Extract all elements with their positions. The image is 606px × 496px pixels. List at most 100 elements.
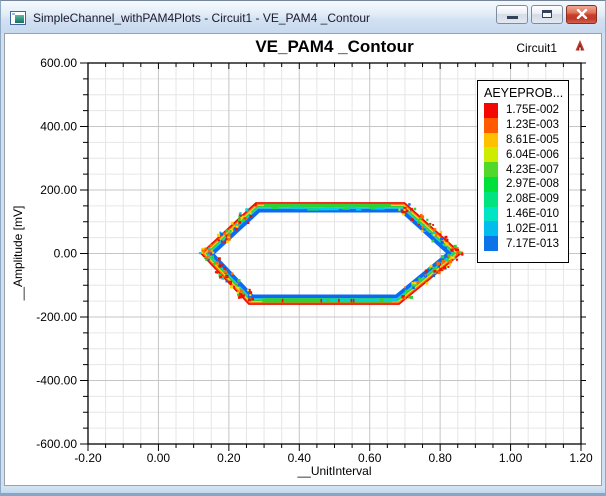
contour-speckle bbox=[214, 271, 218, 274]
contour-speckle bbox=[440, 237, 444, 241]
contour-speckle bbox=[452, 256, 455, 259]
contour-speckle bbox=[411, 282, 414, 285]
contour-speckle bbox=[201, 251, 204, 254]
restore-button[interactable] bbox=[531, 4, 563, 24]
contour-speckle bbox=[238, 218, 241, 222]
contour-speckle bbox=[338, 298, 340, 303]
contour-speckle bbox=[432, 266, 436, 270]
legend-value: 2.08E-009 bbox=[506, 193, 560, 206]
legend-entries: 1.75E-002 1.23E-003 8.61E-005 6.04E-006 4.23… bbox=[484, 103, 568, 251]
contour-speckle bbox=[403, 208, 406, 211]
contour-speckle bbox=[440, 255, 445, 259]
minimize-button[interactable] bbox=[496, 4, 528, 24]
close-button[interactable] bbox=[566, 4, 597, 24]
contour-speckle bbox=[432, 224, 435, 226]
contour-band bbox=[369, 207, 376, 209]
contour-speckle bbox=[408, 203, 411, 206]
contour-speckle bbox=[437, 265, 440, 268]
contour-band bbox=[271, 207, 279, 209]
contour-speckle bbox=[446, 238, 449, 241]
y-tick-label: -600.00 bbox=[36, 437, 77, 451]
contour-speckle bbox=[219, 275, 222, 279]
contour-band bbox=[325, 208, 339, 211]
contour-speckle bbox=[447, 253, 450, 257]
contour-speckle bbox=[230, 272, 234, 275]
y-tick-label: 0.00 bbox=[54, 247, 78, 261]
contour-speckle bbox=[225, 238, 228, 241]
contour-speckle bbox=[223, 232, 226, 236]
y-tick-label: 600.00 bbox=[40, 56, 77, 70]
vendor-logo-icon bbox=[575, 40, 585, 51]
contour-speckle bbox=[227, 233, 231, 237]
legend-value: 8.61E-005 bbox=[506, 133, 560, 146]
contour-speckle bbox=[204, 247, 207, 250]
contour-speckle bbox=[403, 296, 407, 300]
legend-swatch bbox=[484, 221, 498, 237]
x-axis-label: __UnitInterval bbox=[297, 464, 372, 478]
legend-swatch bbox=[484, 162, 498, 177]
contour-speckle bbox=[433, 228, 437, 231]
contour-speckle bbox=[398, 208, 401, 211]
legend-entry: 1.75E-002 bbox=[484, 103, 568, 118]
contour-speckle bbox=[410, 207, 413, 211]
contour-speckle bbox=[212, 251, 215, 254]
contour-speckle bbox=[441, 259, 445, 263]
contour-speckle bbox=[219, 232, 223, 236]
contour-speckle bbox=[237, 279, 241, 283]
contour-speckle bbox=[215, 261, 219, 265]
contour-speckle bbox=[444, 258, 448, 261]
close-icon bbox=[576, 9, 587, 19]
plot-window: SimpleChannel_withPAM4Plots - Circuit1 -… bbox=[0, 0, 606, 496]
contour-speckle bbox=[207, 249, 212, 253]
legend-value: 1.02E-011 bbox=[506, 222, 559, 235]
contour-speckle bbox=[461, 253, 464, 256]
contour-speckle bbox=[410, 295, 413, 299]
contour-speckle bbox=[247, 289, 249, 292]
contour-speckle bbox=[404, 286, 406, 289]
contour-speckle bbox=[218, 264, 222, 268]
contour-speckle bbox=[436, 261, 440, 266]
legend[interactable]: AEYEPROB... 1.75E-002 1.23E-003 8.61E-005 6… bbox=[477, 80, 569, 263]
contour-speckle bbox=[437, 271, 441, 275]
contour-speckle bbox=[254, 203, 257, 206]
contour-speckle bbox=[424, 274, 427, 277]
window-frame-bottom bbox=[0, 486, 606, 496]
titlebar[interactable]: SimpleChannel_withPAM4Plots - Circuit1 -… bbox=[0, 0, 606, 33]
contour-speckle bbox=[239, 212, 242, 215]
legend-entry: 1.23E-003 bbox=[484, 117, 568, 133]
contour-speckle bbox=[236, 291, 239, 294]
contour-speckle bbox=[250, 291, 253, 294]
contour-speckle bbox=[433, 233, 436, 236]
contour-speckle bbox=[238, 215, 241, 218]
window-frame-right bbox=[602, 33, 606, 486]
contour-speckle bbox=[204, 257, 206, 259]
contour-speckle bbox=[432, 274, 436, 278]
legend-swatch bbox=[484, 206, 498, 222]
contour-band bbox=[264, 203, 391, 207]
contour-speckle bbox=[241, 294, 245, 298]
minimize-icon bbox=[506, 16, 518, 19]
contour-speckle bbox=[413, 281, 417, 285]
contour-speckle bbox=[230, 285, 234, 289]
contour-speckle bbox=[410, 218, 414, 222]
contour-speckle bbox=[433, 231, 436, 234]
legend-value: 2.97E-008 bbox=[506, 178, 560, 191]
contour-speckle bbox=[429, 232, 432, 235]
contour-speckle bbox=[456, 252, 458, 255]
contour-speckle bbox=[425, 282, 429, 285]
contour-speckle bbox=[230, 221, 234, 225]
contour-speckle bbox=[225, 274, 229, 278]
x-tick-label: -0.20 bbox=[74, 451, 102, 465]
contour-speckle bbox=[418, 277, 421, 281]
contour-speckle bbox=[445, 242, 449, 246]
contour-band bbox=[342, 207, 351, 210]
legend-entry: 4.23E-007 bbox=[484, 162, 568, 177]
contour-speckle bbox=[249, 294, 252, 297]
x-tick-label: 0.60 bbox=[358, 451, 382, 465]
contour-speckle bbox=[228, 280, 232, 284]
contour-band bbox=[307, 208, 319, 211]
contour-speckle bbox=[224, 240, 227, 243]
contour-speckle bbox=[447, 266, 450, 268]
contour-speckle bbox=[209, 244, 213, 247]
contour-speckle bbox=[213, 263, 216, 265]
